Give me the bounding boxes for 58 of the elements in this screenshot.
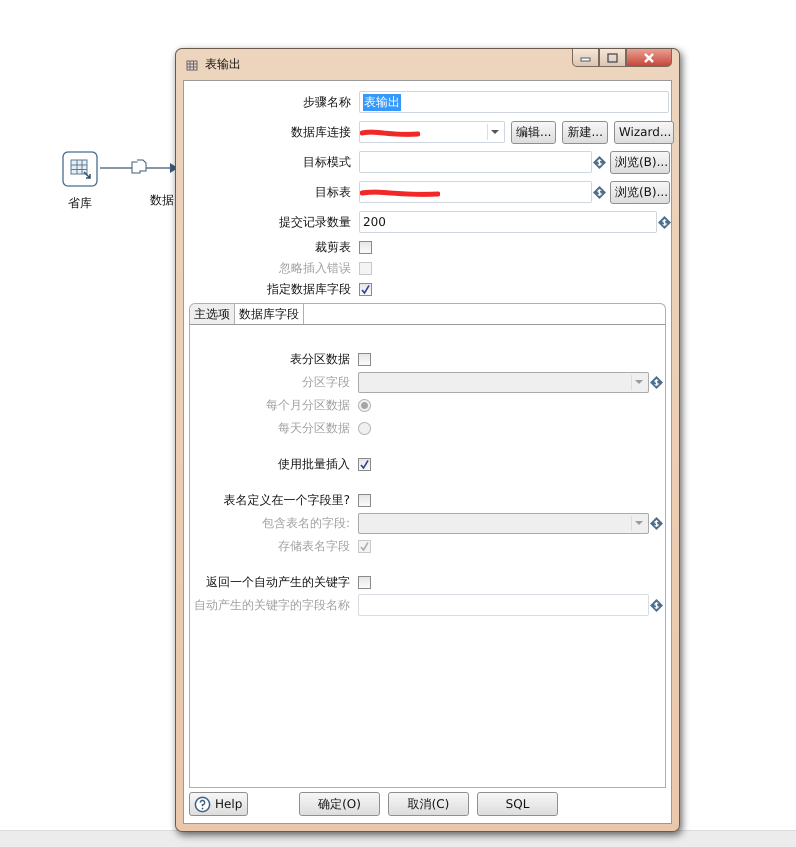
field-label: 分区字段 bbox=[301, 374, 350, 390]
help-button[interactable]: Help bbox=[189, 792, 248, 816]
text-field[interactable] bbox=[359, 151, 592, 173]
field-label: 自动产生的关键字的字段名称 bbox=[193, 596, 350, 614]
field-label: 目标模式 bbox=[302, 154, 351, 170]
node-label: 省库 bbox=[68, 195, 92, 212]
dialog-button[interactable]: 取消(C) bbox=[388, 792, 469, 816]
field-label: 目标表 bbox=[314, 184, 351, 200]
checkbox[interactable] bbox=[358, 576, 371, 588]
field-label: 表名定义在一个字段里? bbox=[222, 492, 350, 508]
field-label: 提交记录数量 bbox=[278, 214, 351, 230]
field-label: 数据库连接 bbox=[290, 124, 351, 140]
field-label: 忽略插入错误 bbox=[278, 260, 351, 277]
variable-icon bbox=[593, 156, 606, 168]
copy-icon bbox=[131, 159, 147, 175]
checkbox[interactable] bbox=[358, 494, 371, 506]
dialog-button[interactable]: 新建... bbox=[562, 120, 608, 144]
dialog-button[interactable]: SQL bbox=[477, 792, 558, 816]
maximize-button[interactable] bbox=[599, 49, 626, 67]
caret-icon bbox=[635, 380, 643, 384]
minimize-button[interactable] bbox=[572, 49, 599, 67]
checkbox[interactable] bbox=[358, 352, 371, 366]
field-label: 表分区数据 bbox=[289, 350, 350, 368]
close-icon bbox=[643, 52, 655, 62]
dialog-button[interactable]: 确定(O) bbox=[299, 792, 380, 816]
field-label: 包含表名的字段: bbox=[260, 514, 350, 532]
checkbox[interactable] bbox=[358, 458, 371, 470]
field-label: 返回一个自动产生的关键字 bbox=[205, 574, 350, 590]
caret-icon bbox=[491, 130, 499, 134]
table-icon bbox=[186, 58, 198, 70]
variable-icon bbox=[593, 186, 606, 198]
field-label: 指定数据库字段 bbox=[266, 281, 351, 298]
checkbox[interactable] bbox=[359, 283, 372, 296]
table-icon[interactable] bbox=[62, 151, 98, 187]
dropdown-field[interactable] bbox=[359, 121, 505, 143]
dialog-button[interactable]: 编辑... bbox=[511, 120, 556, 144]
field-label: 步骤名称 bbox=[302, 94, 351, 110]
field-label: 每天分区数据 bbox=[277, 420, 350, 436]
variable-icon bbox=[650, 376, 663, 388]
variable-icon bbox=[650, 516, 663, 530]
text-field[interactable] bbox=[359, 181, 592, 203]
browse-button[interactable]: 浏览(B)... bbox=[610, 150, 670, 174]
text-field[interactable]: 200 bbox=[359, 211, 657, 233]
caret-icon bbox=[635, 521, 643, 525]
dialog-button[interactable]: Wizard... bbox=[614, 120, 674, 144]
close-button[interactable] bbox=[626, 49, 672, 67]
field-label: 裁剪表 bbox=[314, 239, 351, 256]
maximize-icon bbox=[606, 52, 618, 62]
help-icon bbox=[194, 796, 211, 812]
browse-button[interactable]: 浏览(B)... bbox=[610, 180, 670, 204]
node-label: 数据 bbox=[150, 192, 175, 209]
window-title: 表输出 bbox=[205, 56, 241, 73]
field-label: 存储表名字段 bbox=[277, 538, 350, 554]
field-label: 每个月分区数据 bbox=[265, 396, 350, 414]
checkbox[interactable] bbox=[359, 241, 372, 254]
field-label: 使用批量插入 bbox=[277, 456, 350, 472]
variable-icon bbox=[650, 598, 663, 612]
tab[interactable]: 主选项 bbox=[190, 304, 235, 324]
